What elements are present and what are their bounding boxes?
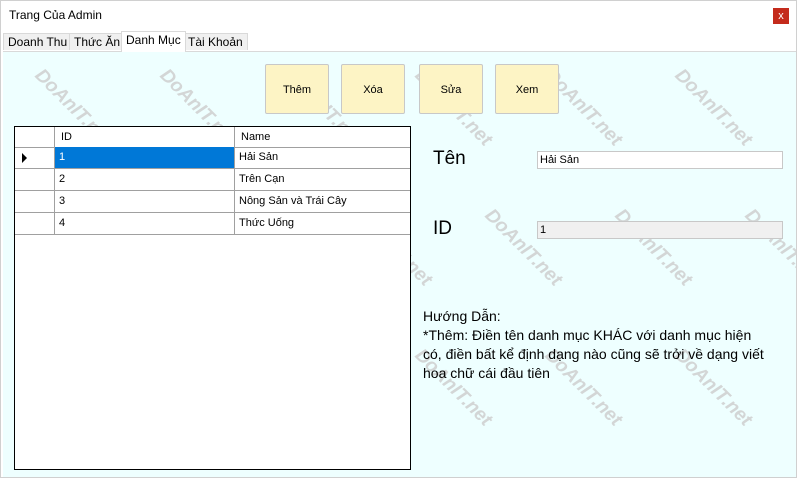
- delete-button[interactable]: Xóa: [341, 64, 405, 114]
- column-header-name[interactable]: Name: [235, 127, 410, 147]
- cell-name[interactable]: Nông Sản và Trái Cây: [235, 191, 410, 212]
- instructions-text: *Thêm: Điền tên danh mục KHÁC với danh m…: [423, 327, 764, 381]
- tab-tai-khoan[interactable]: Tài Khoản: [183, 33, 248, 50]
- row-header[interactable]: [15, 169, 55, 190]
- grid-header: ID Name: [15, 127, 410, 148]
- category-id-field[interactable]: [537, 221, 783, 239]
- category-name-input[interactable]: [537, 151, 783, 169]
- cell-id[interactable]: 2: [55, 169, 235, 190]
- id-label: ID: [433, 218, 452, 239]
- row-header[interactable]: [15, 191, 55, 212]
- cell-id[interactable]: 4: [55, 213, 235, 234]
- category-grid[interactable]: ID Name 1 Hải Sản 2 Trên Cạn 3 Nông Sản …: [14, 126, 411, 470]
- cell-name[interactable]: Trên Cạn: [235, 169, 410, 190]
- row-header[interactable]: [15, 147, 55, 168]
- tab-danh-muc[interactable]: Danh Mục: [121, 31, 186, 52]
- table-row[interactable]: 3 Nông Sản và Trái Cây: [15, 191, 410, 213]
- tab-doanh-thu[interactable]: Doanh Thu: [3, 33, 73, 50]
- view-button[interactable]: Xem: [495, 64, 559, 114]
- row-header[interactable]: [15, 213, 55, 234]
- watermark-text: DoAnIT.net: [480, 204, 567, 291]
- close-button[interactable]: x: [773, 8, 789, 24]
- current-row-arrow-icon: [22, 153, 27, 163]
- category-panel: DoAnIT.net DoAnIT.net DoAnIT.net DoAnIT.net…: [3, 51, 796, 477]
- table-row[interactable]: 2 Trên Cạn: [15, 169, 410, 191]
- instructions: Hướng Dẫn: *Thêm: Điền tên danh mục KHÁC…: [423, 307, 773, 383]
- add-button[interactable]: Thêm: [265, 64, 329, 114]
- watermark-text: DoAnIT.net: [670, 64, 757, 151]
- cell-name[interactable]: Hải Sản: [235, 147, 410, 168]
- watermark-text: DoAnIT.net: [610, 204, 697, 291]
- watermark-text: DoAnIT.net: [740, 204, 796, 291]
- tab-thuc-an[interactable]: Thức Ăn: [69, 33, 126, 50]
- admin-window: Trang Của Admin x Doanh Thu Thức Ăn Danh…: [0, 0, 797, 478]
- name-label: Tên: [433, 148, 466, 169]
- table-row[interactable]: 4 Thức Uống: [15, 213, 410, 235]
- instructions-heading: Hướng Dẫn:: [423, 308, 501, 324]
- window-title: Trang Của Admin: [9, 8, 102, 22]
- cell-id[interactable]: 1: [55, 147, 235, 168]
- edit-button[interactable]: Sửa: [419, 64, 483, 114]
- table-row[interactable]: 1 Hải Sản: [15, 147, 410, 169]
- cell-id[interactable]: 3: [55, 191, 235, 212]
- title-bar: Trang Của Admin x: [1, 1, 796, 29]
- cell-name[interactable]: Thức Uống: [235, 213, 410, 234]
- row-header-corner: [15, 127, 55, 147]
- column-header-id[interactable]: ID: [55, 127, 235, 147]
